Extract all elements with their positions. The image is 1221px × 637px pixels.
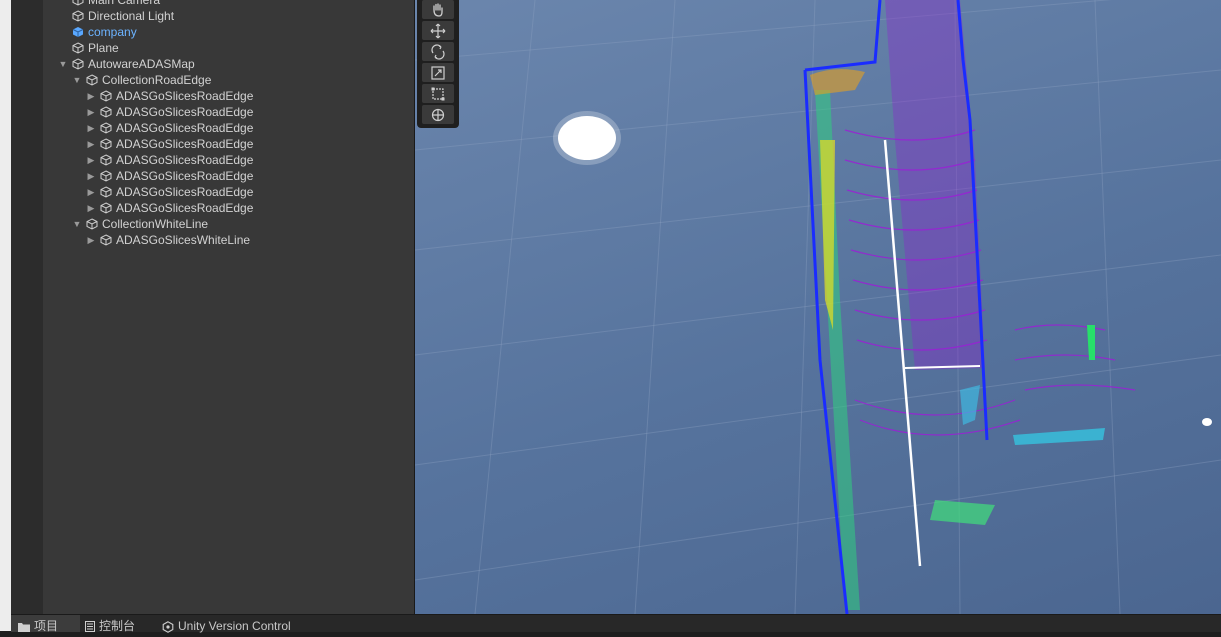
hierarchy-item-adasgosliceswhiteline[interactable]: ▶ ADASGoSlicesWhiteLine: [11, 232, 411, 248]
hierarchy-item-adasgoslicesroadedge[interactable]: ▶ ADASGoSlicesRoadEdge: [11, 88, 411, 104]
rect-tool-icon: [431, 87, 445, 101]
hierarchy-item-label: Directional Light: [88, 9, 175, 23]
hierarchy-item-adasgoslicesroadedge[interactable]: ▶ ADASGoSlicesRoadEdge: [11, 120, 411, 136]
move-tool-button[interactable]: [422, 21, 454, 40]
scale-tool-button[interactable]: [422, 63, 454, 82]
scene-render: [415, 0, 1221, 614]
collapse-arrow-icon[interactable]: ▶: [86, 120, 96, 136]
folder-icon: [18, 622, 30, 632]
hierarchy-item-autowareadasmap[interactable]: ▼ AutowareADASMap: [11, 56, 411, 72]
move-tool-icon: [430, 23, 446, 39]
cube-icon: [100, 154, 112, 166]
version-control-icon: [162, 620, 174, 633]
hierarchy-item-label: ADASGoSlicesWhiteLine: [116, 233, 251, 247]
tab-project[interactable]: 项目: [11, 615, 80, 633]
hierarchy-item-label: company: [88, 25, 137, 39]
cube-icon: [72, 58, 84, 70]
hierarchy-item-label: ADASGoSlicesRoadEdge: [116, 137, 254, 151]
hierarchy-item-label: ADASGoSlicesRoadEdge: [116, 153, 254, 167]
cube-icon: [100, 202, 112, 214]
tab-unity-version-control[interactable]: Unity Version Control: [162, 615, 322, 633]
collapse-arrow-icon[interactable]: ▶: [86, 184, 96, 200]
collapse-arrow-icon[interactable]: ▶: [86, 104, 96, 120]
hierarchy-item-label: AutowareADASMap: [88, 57, 195, 71]
prefab-cube-icon: [72, 26, 84, 38]
rotate-tool-button[interactable]: [422, 42, 454, 61]
hierarchy-item-label: ADASGoSlicesRoadEdge: [116, 121, 254, 135]
cube-icon: [72, 0, 84, 6]
transform-tool-button[interactable]: [422, 105, 454, 124]
cube-icon: [72, 42, 84, 54]
expand-arrow-icon[interactable]: ▼: [58, 56, 68, 72]
expand-arrow-icon[interactable]: ▼: [72, 216, 82, 232]
hierarchy-item-label: CollectionWhiteLine: [102, 217, 209, 231]
hierarchy-item-label: Plane: [88, 41, 119, 55]
cube-icon: [100, 122, 112, 134]
hand-tool-icon: [433, 3, 443, 17]
cube-icon: [100, 234, 112, 246]
hierarchy-item-adasgoslicesroadedge[interactable]: ▶ ADASGoSlicesRoadEdge: [11, 200, 411, 216]
cube-icon: [72, 10, 84, 22]
collapse-arrow-icon[interactable]: ▶: [86, 232, 96, 248]
collapse-arrow-icon[interactable]: ▶: [86, 88, 96, 104]
hierarchy-item-plane[interactable]: Plane: [11, 40, 411, 56]
expand-arrow-icon[interactable]: ▼: [72, 72, 82, 88]
hierarchy-panel: Main Camera Directional Light company Pl…: [11, 0, 414, 614]
cube-icon: [100, 170, 112, 182]
window-edge: [0, 0, 11, 631]
hierarchy-item-label: ADASGoSlicesRoadEdge: [116, 201, 254, 215]
scene-view[interactable]: [415, 0, 1221, 614]
hierarchy-item-label: ADASGoSlicesRoadEdge: [116, 105, 254, 119]
cube-icon: [100, 106, 112, 118]
hierarchy-item-main-camera[interactable]: Main Camera: [11, 0, 411, 8]
cube-icon: [100, 138, 112, 150]
hand-tool-button[interactable]: [422, 0, 454, 19]
tab-console[interactable]: 控制台: [85, 615, 151, 633]
hierarchy-item-collectionwhiteline[interactable]: ▼ CollectionWhiteLine: [11, 216, 411, 232]
hierarchy-item-adasgoslicesroadedge[interactable]: ▶ ADASGoSlicesRoadEdge: [11, 184, 411, 200]
cube-icon: [100, 90, 112, 102]
cube-icon: [86, 74, 98, 86]
collapse-arrow-icon[interactable]: ▶: [86, 136, 96, 152]
hierarchy-item-collectionroadedge[interactable]: ▼ CollectionRoadEdge: [11, 72, 411, 88]
rect-tool-button[interactable]: [422, 84, 454, 103]
hierarchy-item-company[interactable]: company: [11, 24, 411, 40]
point-cloud: [810, 0, 1136, 610]
transform-tool-icon: [431, 108, 445, 122]
hierarchy-item-adasgoslicesroadedge[interactable]: ▶ ADASGoSlicesRoadEdge: [11, 104, 411, 120]
scene-tools-toolbar: [417, 0, 459, 128]
hierarchy-item-directional-light[interactable]: Directional Light: [11, 8, 411, 24]
hierarchy-item-adasgoslicesroadedge[interactable]: ▶ ADASGoSlicesRoadEdge: [11, 152, 411, 168]
hierarchy-item-label: ADASGoSlicesRoadEdge: [116, 185, 254, 199]
rotate-tool-icon: [431, 44, 445, 60]
cube-icon: [100, 186, 112, 198]
cube-icon: [86, 218, 98, 230]
collapse-arrow-icon[interactable]: ▶: [86, 200, 96, 216]
bottom-tab-bar: 项目 控制台 Unity Version Control: [11, 614, 1221, 633]
hierarchy-item-adasgoslicesroadedge[interactable]: ▶ ADASGoSlicesRoadEdge: [11, 168, 411, 184]
hierarchy-item-label: CollectionRoadEdge: [102, 73, 212, 87]
scale-tool-icon: [431, 66, 445, 80]
hierarchy-item-label: Main Camera: [88, 0, 161, 7]
hierarchy-item-label: ADASGoSlicesRoadEdge: [116, 89, 254, 103]
collapse-arrow-icon[interactable]: ▶: [86, 152, 96, 168]
hierarchy-item-label: ADASGoSlicesRoadEdge: [116, 169, 254, 183]
collapse-arrow-icon[interactable]: ▶: [86, 168, 96, 184]
hierarchy-item-adasgoslicesroadedge[interactable]: ▶ ADASGoSlicesRoadEdge: [11, 136, 411, 152]
